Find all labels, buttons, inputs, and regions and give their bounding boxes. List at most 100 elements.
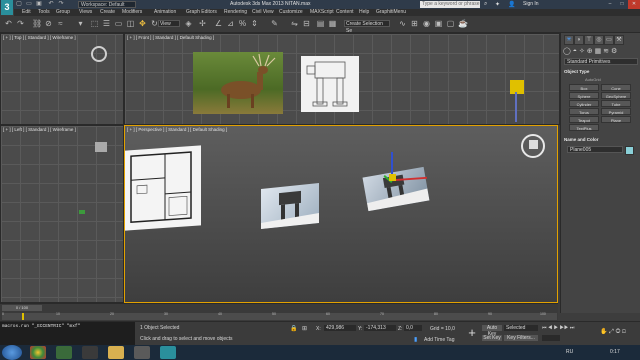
create-subcategory-icons[interactable]: ◯ ◓ ✧ ⊕ ▦ ≋ ⚙ bbox=[563, 47, 639, 55]
motion-tab-icon[interactable]: ◎ bbox=[594, 35, 604, 45]
lock-selection-icon[interactable]: 🔒 bbox=[290, 325, 297, 332]
plane-button[interactable]: Plane bbox=[601, 116, 631, 123]
auto-key-button[interactable]: Auto Key bbox=[482, 325, 502, 337]
key-mode-dropdown[interactable]: Selected bbox=[504, 325, 538, 331]
cone-button[interactable]: Cone bbox=[601, 84, 631, 91]
reference-coordinate-dropdown[interactable]: View bbox=[158, 20, 180, 27]
tube-button[interactable]: Tube bbox=[601, 100, 631, 107]
redo-icon[interactable]: ↷ bbox=[16, 19, 25, 28]
viewport-label-perspective[interactable]: [ + ] [ Perspective ] [ Standard ] [ Def… bbox=[127, 127, 227, 132]
object-name-input[interactable]: Plane005 bbox=[567, 146, 623, 153]
maximize-button[interactable]: □ bbox=[616, 0, 628, 9]
menu-tools[interactable]: Tools bbox=[38, 9, 50, 16]
render-production-icon[interactable]: ☕ bbox=[458, 19, 468, 28]
menu-content[interactable]: Content bbox=[336, 9, 354, 16]
open-file-icon[interactable]: ▭ bbox=[25, 0, 33, 8]
selected-image-plane[interactable] bbox=[362, 166, 430, 212]
workspace-dropdown[interactable]: Workspace: Default bbox=[78, 1, 136, 8]
user-icon[interactable]: 👤 bbox=[508, 1, 515, 8]
viewport-perspective[interactable]: [ + ] [ Perspective ] [ Standard ] [ Def… bbox=[124, 125, 558, 303]
app-window-icon[interactable] bbox=[82, 346, 98, 359]
spinner-snap-icon[interactable]: ⇕ bbox=[250, 19, 259, 28]
percent-snap-icon[interactable]: % bbox=[238, 19, 247, 28]
link-icon[interactable]: ⛓ bbox=[32, 19, 42, 28]
deer-image-plane[interactable] bbox=[193, 52, 283, 114]
menu-civil-view[interactable]: Civil View bbox=[252, 9, 274, 16]
menu-graphitimenu[interactable]: GraphitiMenu bbox=[376, 9, 406, 16]
add-time-tag[interactable]: Add Time Tag bbox=[424, 337, 454, 343]
viewport-top[interactable]: [ + ] [ Top ] [ Standard ] [ Wireframe ] bbox=[0, 33, 124, 125]
gizmo-y-axis-icon[interactable] bbox=[510, 80, 524, 94]
graphite-toggle-icon[interactable]: ▦ bbox=[328, 19, 337, 28]
walker-blueprint-image-plane[interactable] bbox=[301, 56, 359, 112]
edit-named-selection-icon[interactable]: ✎ bbox=[270, 19, 279, 28]
mirror-icon[interactable]: ⇋ bbox=[290, 19, 299, 28]
sign-in-link[interactable]: Sign In bbox=[523, 1, 539, 7]
x-coord-input[interactable]: 429,986 bbox=[324, 325, 356, 331]
maxscript-line[interactable]: macros.run "_ECCENTRIC" "mxf" bbox=[0, 322, 135, 331]
transform-mode-icon[interactable]: ⊞ bbox=[302, 325, 307, 332]
save-icon[interactable]: ▣ bbox=[35, 0, 43, 8]
menu-graph-editors[interactable]: Graph Editors bbox=[186, 9, 217, 16]
pivot-point-icon[interactable]: ◈ bbox=[184, 19, 193, 28]
select-move-icon[interactable]: ✥ bbox=[138, 19, 147, 28]
rendered-frame-window-icon[interactable]: ▢ bbox=[446, 19, 455, 28]
viewcube-icon[interactable] bbox=[91, 46, 107, 62]
y-coord-input[interactable]: -174,313 bbox=[364, 325, 396, 331]
display-tab-icon[interactable]: ▭ bbox=[604, 35, 614, 45]
time-slider[interactable]: 0 / 100 bbox=[2, 305, 42, 311]
key-filters-button[interactable]: Key Filters... bbox=[504, 335, 538, 341]
current-frame-input[interactable] bbox=[542, 335, 560, 341]
unlink-icon[interactable]: ⊘ bbox=[44, 19, 53, 28]
schematic-view-icon[interactable]: ⊞ bbox=[410, 19, 419, 28]
menu-edit[interactable]: Edit bbox=[22, 9, 31, 16]
minimize-button[interactable]: – bbox=[604, 0, 616, 9]
menu-group[interactable]: Group bbox=[56, 9, 70, 16]
z-coord-input[interactable]: 0,0 bbox=[404, 325, 422, 331]
app-generic-icon[interactable] bbox=[134, 346, 150, 359]
redo-icon[interactable]: ↷ bbox=[57, 0, 65, 8]
selection-filter-icon[interactable]: ▾ bbox=[76, 19, 85, 28]
gizmo-plane-handle-icon[interactable] bbox=[389, 174, 396, 181]
menu-customize[interactable]: Customize bbox=[279, 9, 303, 16]
playback-controls-icon[interactable]: ⏮ ◀ ▶ ▶▶ ⏭ bbox=[542, 325, 574, 331]
communication-center-icon[interactable]: ✦ bbox=[495, 1, 502, 8]
menu-maxscript[interactable]: MAXScript bbox=[310, 9, 334, 16]
time-tag-icon[interactable]: ▮ bbox=[414, 336, 417, 343]
viewport-nav-icons[interactable]: ✋ ⤢ ◎ ⊡ bbox=[600, 328, 626, 336]
autogrid-checkbox[interactable]: AutoGrid bbox=[585, 77, 601, 82]
viewcube-icon[interactable] bbox=[95, 142, 107, 152]
textplus-button[interactable]: TextPlus bbox=[569, 124, 599, 131]
category-dropdown[interactable]: Standard Primitives bbox=[564, 58, 638, 65]
file-explorer-icon[interactable] bbox=[108, 346, 124, 359]
window-crossing-icon[interactable]: ◫ bbox=[126, 19, 135, 28]
utilities-tab-icon[interactable]: ⚒ bbox=[614, 35, 624, 45]
start-button-icon[interactable] bbox=[2, 345, 22, 360]
undo-icon[interactable]: ↶ bbox=[47, 0, 55, 8]
undo-icon[interactable]: ↶ bbox=[4, 19, 13, 28]
teapot-button[interactable]: Teapot bbox=[569, 116, 599, 123]
menu-create[interactable]: Create bbox=[100, 9, 115, 16]
viewport-front[interactable]: [ + ] [ Front ] [ Standard ] [ Default S… bbox=[124, 33, 560, 125]
box-button[interactable]: Box bbox=[569, 84, 599, 91]
modify-tab-icon[interactable]: ◗ bbox=[574, 35, 584, 45]
material-editor-icon[interactable]: ◉ bbox=[422, 19, 431, 28]
bind-space-warp-icon[interactable]: ≈ bbox=[56, 19, 65, 28]
curve-editor-icon[interactable]: ∿ bbox=[398, 19, 407, 28]
select-object-icon[interactable]: ⬚ bbox=[90, 19, 99, 28]
close-button[interactable]: ✕ bbox=[628, 0, 640, 9]
geosphere-button[interactable]: GeoSphere bbox=[601, 92, 631, 99]
walker-photo-image-plane[interactable] bbox=[261, 182, 319, 230]
viewport-label-top[interactable]: [ + ] [ Top ] [ Standard ] [ Wireframe ] bbox=[3, 35, 76, 40]
render-setup-icon[interactable]: ▣ bbox=[434, 19, 443, 28]
menu-views[interactable]: Views bbox=[79, 9, 92, 16]
chrome-icon[interactable] bbox=[30, 346, 46, 359]
viewport-left[interactable]: [ + ] [ Left ] [ Standard ] [ Wireframe … bbox=[0, 125, 124, 303]
3dsmax-taskbar-icon[interactable] bbox=[160, 346, 176, 359]
search-input[interactable]: Type a keyword or phrase bbox=[420, 1, 480, 8]
rect-selection-icon[interactable]: ▭ bbox=[114, 19, 123, 28]
layer-manager-icon[interactable]: ▤ bbox=[316, 19, 325, 28]
new-file-icon[interactable]: ▢ bbox=[15, 0, 23, 8]
app-logo-icon[interactable]: 3 bbox=[1, 0, 13, 15]
menu-animation[interactable]: Animation bbox=[154, 9, 176, 16]
